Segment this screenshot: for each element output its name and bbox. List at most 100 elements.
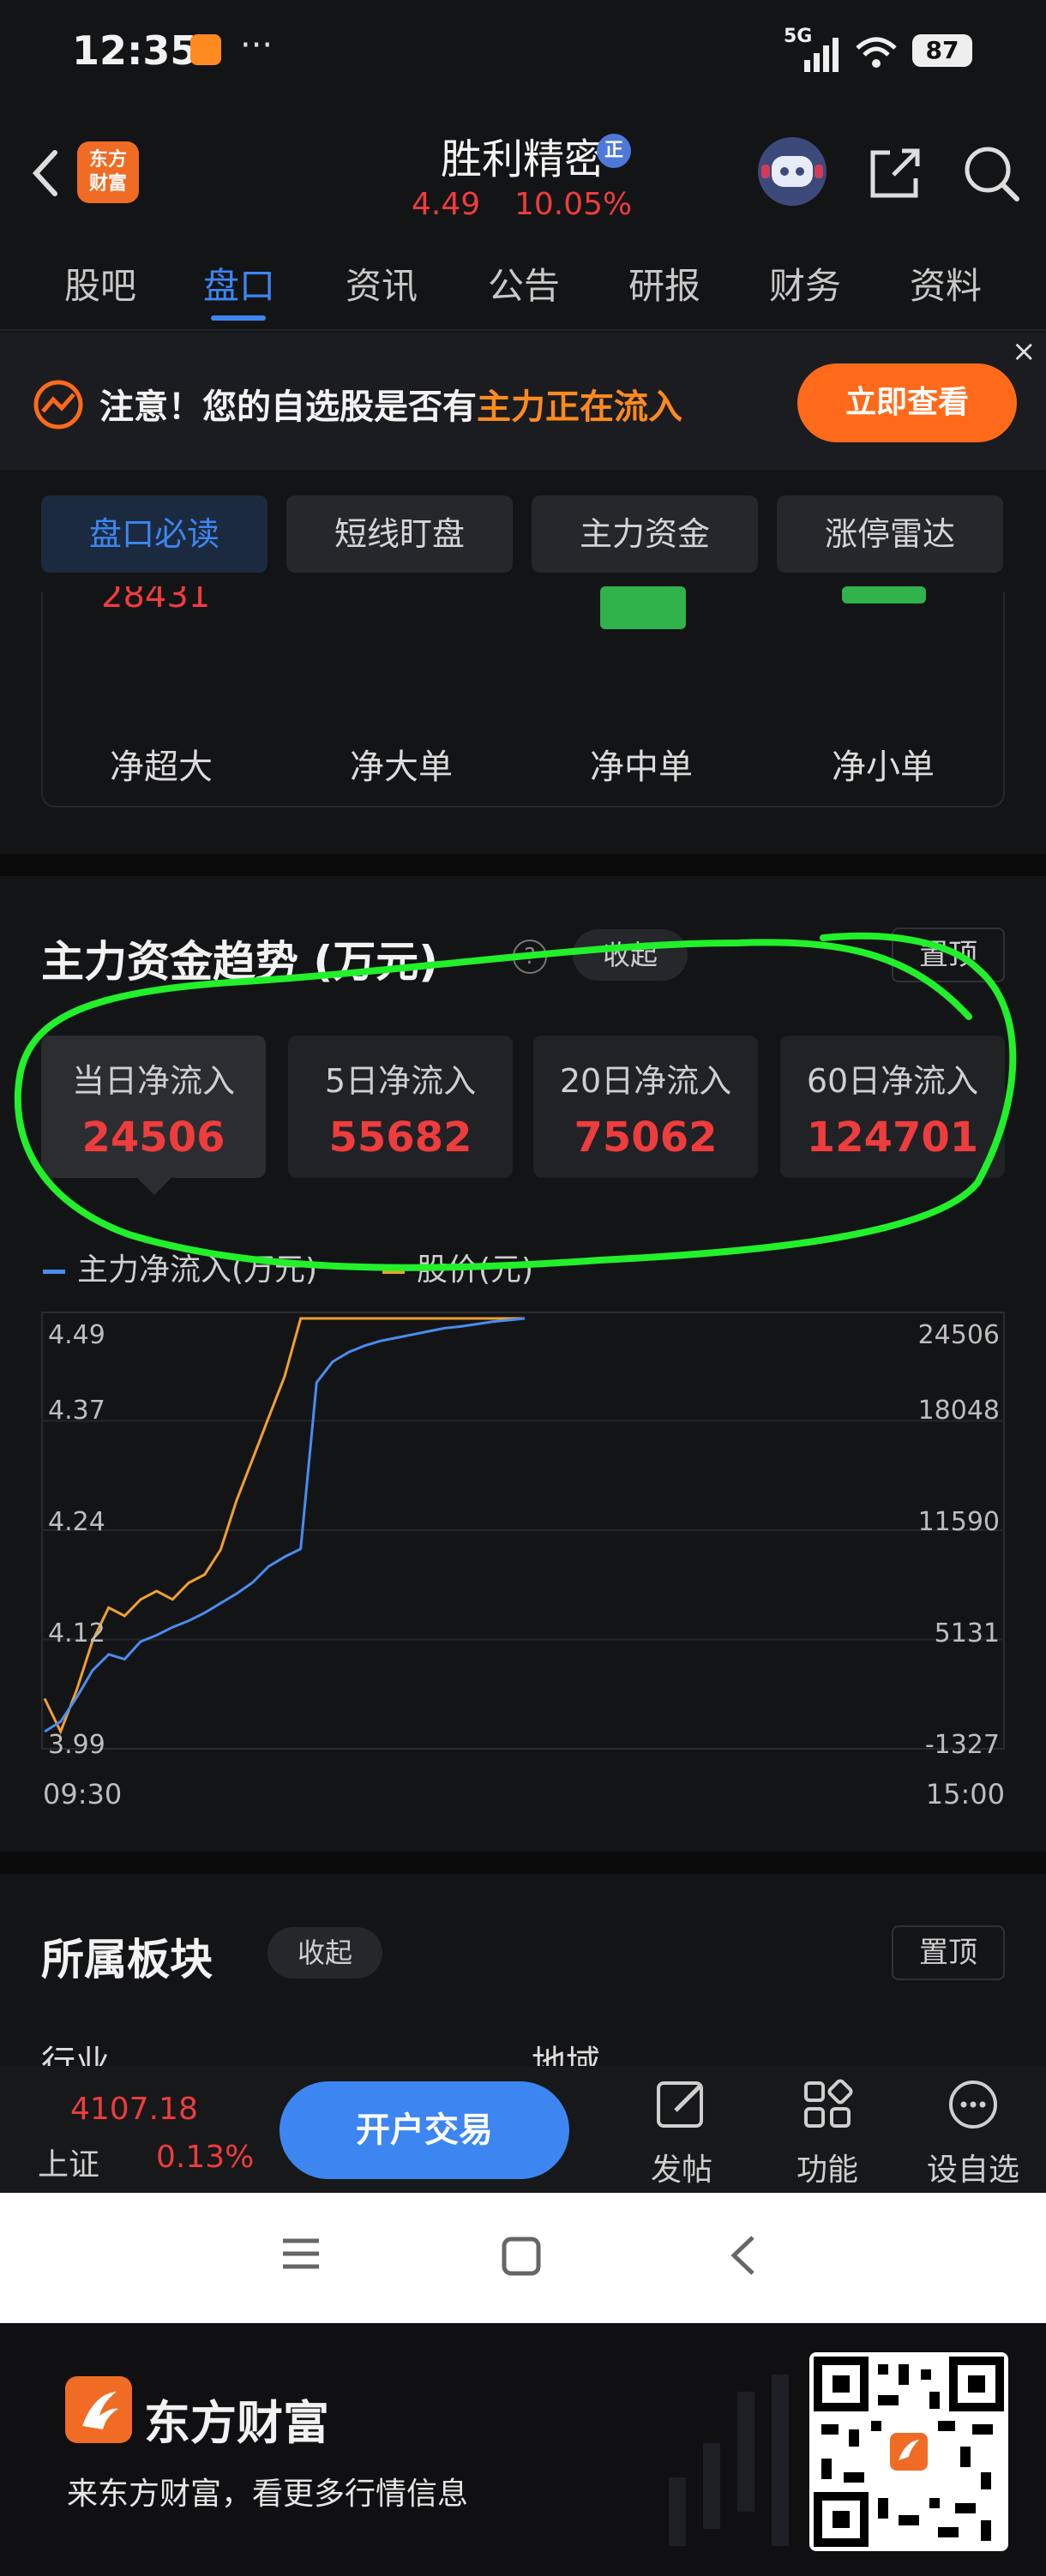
period-5d[interactable]: 5日净流入 55682 (288, 1036, 513, 1178)
battery-indicator: 87 (912, 34, 972, 67)
x-start-tick: 09:30 (43, 1778, 123, 1810)
status-time: 12:35 (72, 27, 198, 74)
y-right-tick: 24506 (917, 1320, 1000, 1350)
period-value: 75062 (574, 1114, 718, 1162)
x-end-tick: 15:00 (925, 1778, 1005, 1810)
candlestick-decoration (669, 2375, 789, 2546)
y-left-tick: 3.99 (48, 1730, 105, 1760)
logo-line-1: 东方 (88, 149, 127, 171)
sector-pin-button[interactable]: 置顶 (892, 1925, 1005, 1980)
legend-price: 股价(元) (382, 1245, 533, 1289)
period-value: 24506 (81, 1114, 225, 1162)
flow-super-large-value: 28431 (101, 586, 211, 612)
tab-announcements[interactable]: 公告 (468, 257, 580, 309)
edit-icon (657, 2081, 703, 2128)
close-notice-icon[interactable]: × (1012, 334, 1037, 369)
trend-title: 主力资金趋势 (万元) (41, 937, 439, 987)
period-label: 当日净流入 (71, 1062, 235, 1100)
qr-code (809, 2352, 1008, 2551)
back-icon[interactable] (21, 139, 72, 207)
functions-label: 功能 (796, 2153, 858, 2188)
sector-collapse-button[interactable]: 收起 (268, 1927, 382, 1979)
index-name[interactable]: 上证 (38, 2140, 99, 2184)
tab-finance[interactable]: 财务 (749, 257, 861, 309)
certified-badge: 正 (597, 134, 631, 168)
flow-label-small: 净小单 (832, 748, 935, 787)
period-label: 60日净流入 (806, 1062, 979, 1100)
status-bar: 12:35 ··· 5G 87 (0, 0, 1046, 111)
period-20d[interactable]: 20日净流入 75062 (533, 1036, 758, 1178)
y-right-tick: -1327 (924, 1730, 1000, 1760)
period-60d[interactable]: 60日净流入 124701 (780, 1036, 1005, 1178)
section-divider (0, 854, 1046, 876)
sector-region-label: 地域 (532, 2044, 600, 2066)
tab-pankou[interactable]: 盘口 (183, 257, 295, 309)
flow-label-large: 净大单 (350, 748, 453, 787)
y-right-tick: 11590 (917, 1507, 1000, 1537)
period-label: 5日净流入 (324, 1062, 477, 1100)
footer-logo-icon (65, 2376, 132, 2443)
legend-price-swatch (382, 1269, 405, 1274)
tab-news[interactable]: 资讯 (326, 257, 437, 309)
subtab-limit-up-radar[interactable]: 涨停雷达 (777, 495, 1003, 573)
tab-guba[interactable]: 股吧 (45, 257, 156, 309)
y-left-tick: 4.49 (48, 1320, 105, 1350)
y-right-tick: 5131 (934, 1618, 1000, 1648)
subtab-main-funds[interactable]: 主力资金 (532, 495, 758, 573)
add-watchlist-button[interactable]: 设自选 (917, 2075, 1029, 2189)
legend-price-label: 股价(元) (417, 1252, 534, 1288)
legend-flow-swatch (43, 1269, 65, 1274)
y-right-tick: 18048 (917, 1396, 1000, 1426)
notice-highlight: 主力正在流入 (477, 387, 682, 427)
subtab-short-term[interactable]: 短线盯盘 (286, 495, 513, 573)
active-period-caret (135, 1176, 173, 1195)
flow-label-medium: 净中单 (590, 748, 693, 787)
flow-bar-small (842, 586, 926, 603)
notice-prefix: 注意！您的自选股是否有 (99, 387, 477, 427)
add-watchlist-label: 设自选 (926, 2153, 1019, 2188)
search-icon[interactable] (957, 139, 1025, 207)
trend-alert-icon (33, 380, 83, 429)
legend-flow: 主力净流入(万元) (43, 1245, 317, 1289)
trend-collapse-button[interactable]: 收起 (573, 929, 688, 981)
footer-slogan: 来东方财富，看更多行情信息 (67, 2477, 469, 2512)
stock-price: 4.49 (412, 187, 481, 222)
flow-label-super-large: 净超大 (110, 748, 213, 787)
sector-industry-label: 行业 (41, 2044, 110, 2066)
flow-series-line (44, 1317, 526, 1733)
menu-icon[interactable] (280, 2232, 322, 2275)
view-now-button[interactable]: 立即查看 (797, 363, 1017, 442)
y-left-tick: 4.24 (48, 1507, 105, 1537)
help-icon[interactable]: ? (513, 940, 547, 974)
y-left-tick: 4.37 (48, 1396, 105, 1426)
grid-icon (804, 2079, 853, 2128)
functions-button[interactable]: 功能 (772, 2075, 883, 2189)
stock-name[interactable]: 胜利精密 (360, 125, 686, 185)
trend-pin-button[interactable]: 置顶 (892, 928, 1005, 982)
post-button[interactable]: 发帖 (626, 2075, 737, 2189)
post-label: 发帖 (650, 2153, 712, 2188)
eastmoney-logo[interactable]: 东方 财富 (77, 141, 139, 203)
wifi-icon (856, 37, 897, 68)
price-series-line (43, 1317, 525, 1735)
tab-research[interactable]: 研报 (609, 257, 720, 309)
logo-line-2: 财富 (88, 173, 127, 195)
period-today[interactable]: 当日净流入 24506 (41, 1036, 266, 1178)
tab-profile[interactable]: 资料 (890, 257, 1001, 309)
home-icon[interactable] (501, 2236, 544, 2279)
fund-trend-chart[interactable] (41, 1312, 1005, 1766)
index-value[interactable]: 4107.18 (70, 2092, 198, 2127)
stock-change-pct: 10.05% (514, 187, 633, 222)
flow-bar-medium (600, 586, 686, 629)
period-label: 20日净流入 (559, 1062, 732, 1100)
footer-brand: 东方财富 (144, 2396, 329, 2450)
sector-title: 所属板块 (41, 1935, 213, 1985)
subtab-must-read[interactable]: 盘口必读 (41, 495, 268, 573)
ai-assistant-icon[interactable] (758, 137, 827, 206)
index-change-pct[interactable]: 0.13% (156, 2140, 254, 2175)
open-account-button[interactable]: 开户交易 (280, 2081, 569, 2179)
notice-text: 注意！您的自选股是否有主力正在流入 (99, 379, 682, 429)
period-value: 55682 (328, 1114, 472, 1162)
share-icon[interactable] (861, 139, 929, 207)
nav-back-icon[interactable] (724, 2234, 766, 2277)
